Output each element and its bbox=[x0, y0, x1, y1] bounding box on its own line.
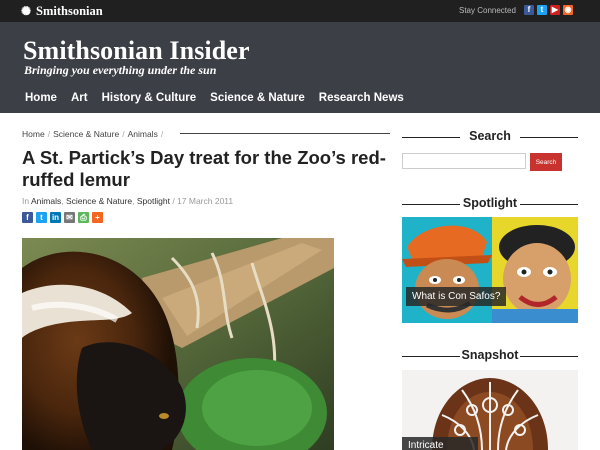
nav-art[interactable]: Art bbox=[71, 92, 88, 104]
breadcrumb-separator: / bbox=[47, 129, 51, 139]
breadcrumb-separator: / bbox=[160, 129, 164, 139]
article-date: 17 March 2011 bbox=[177, 196, 234, 206]
more-share-icon[interactable]: + bbox=[92, 212, 103, 223]
breadcrumb-animals[interactable]: Animals bbox=[128, 129, 158, 139]
snapshot-widget-title: Snapshot bbox=[402, 348, 578, 362]
site-header: Smithsonian Insider Bringing you everyth… bbox=[0, 22, 600, 113]
stay-connected-label: Stay Connected bbox=[459, 6, 516, 15]
breadcrumb-divider bbox=[180, 133, 390, 134]
breadcrumb-separator: / bbox=[122, 129, 125, 139]
nav-home[interactable]: Home bbox=[25, 92, 57, 104]
breadcrumb-science-nature[interactable]: Science & Nature bbox=[53, 129, 119, 139]
breadcrumb-home[interactable]: Home bbox=[22, 129, 45, 139]
meta-prefix: In bbox=[22, 196, 30, 206]
search-button[interactable]: Search bbox=[530, 153, 562, 171]
spotlight-image[interactable] bbox=[402, 217, 578, 323]
linkedin-share-icon[interactable]: in bbox=[50, 212, 61, 223]
facebook-icon[interactable]: f bbox=[524, 5, 534, 15]
search-input[interactable] bbox=[402, 153, 526, 169]
breadcrumb: Home / Science & Nature / Animals / bbox=[22, 129, 166, 139]
share-buttons: f t in ✉ ⎙ + bbox=[22, 212, 103, 223]
spotlight-widget-title: Spotlight bbox=[402, 196, 578, 210]
category-science-nature[interactable]: Science & Nature bbox=[66, 196, 132, 206]
snapshot-caption[interactable]: Intricate beauty bbox=[402, 437, 478, 450]
facebook-share-icon[interactable]: f bbox=[22, 212, 33, 223]
rss-icon[interactable]: ◉ bbox=[563, 5, 573, 15]
spotlight-caption[interactable]: What is Con Safos? bbox=[406, 287, 507, 306]
nav-history-culture[interactable]: History & Culture bbox=[102, 92, 197, 104]
nav-science-nature[interactable]: Science & Nature bbox=[210, 92, 305, 104]
site-title[interactable]: Smithsonian Insider bbox=[23, 36, 250, 66]
article-meta: In Animals, Science & Nature, Spotlight … bbox=[22, 196, 234, 206]
main-nav: Home Art History & Culture Science & Nat… bbox=[25, 92, 418, 104]
category-spotlight[interactable]: Spotlight bbox=[137, 196, 170, 206]
smithsonian-logo[interactable]: Smithsonian bbox=[21, 4, 103, 19]
top-bar: Smithsonian Stay Connected ft▶◉ bbox=[0, 0, 600, 22]
print-share-icon[interactable]: ⎙ bbox=[78, 212, 89, 223]
twitter-share-icon[interactable]: t bbox=[36, 212, 47, 223]
lemur-photo bbox=[22, 238, 334, 450]
search-widget-title: Search bbox=[402, 129, 578, 143]
nav-research-news[interactable]: Research News bbox=[319, 92, 404, 104]
sunburst-icon bbox=[21, 4, 32, 19]
article-title: A St. Partick’s Day treat for the Zoo’s … bbox=[22, 147, 386, 190]
youtube-icon[interactable]: ▶ bbox=[550, 5, 560, 15]
twitter-icon[interactable]: t bbox=[537, 5, 547, 15]
social-links: f t ▶ ◉ bbox=[524, 5, 573, 15]
brand-name: Smithsonian bbox=[36, 4, 103, 18]
email-share-icon[interactable]: ✉ bbox=[64, 212, 75, 223]
category-animals[interactable]: Animals bbox=[31, 196, 61, 206]
site-tagline: Bringing you everything under the sun bbox=[24, 63, 217, 77]
